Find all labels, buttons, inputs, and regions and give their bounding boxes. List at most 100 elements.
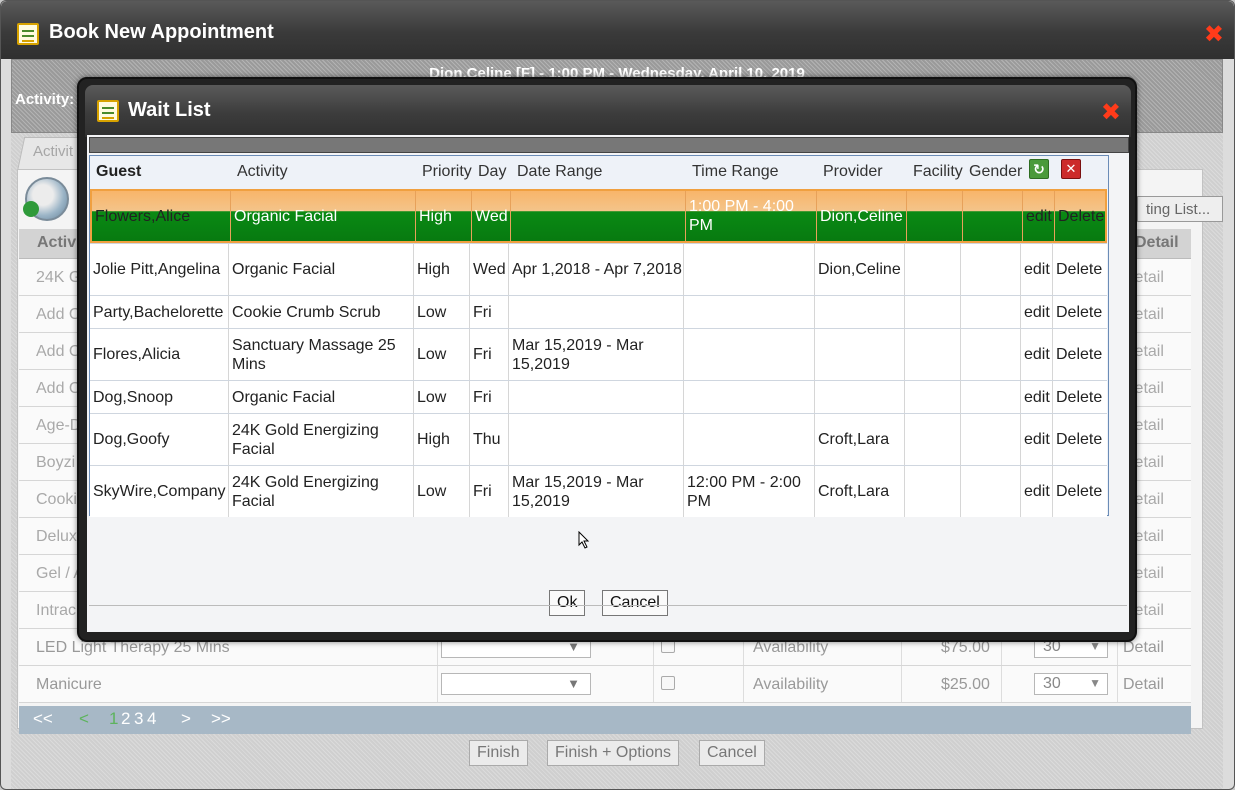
- waiting-list-button[interactable]: ting List...: [1137, 196, 1223, 222]
- pager-page-4[interactable]: 4: [147, 709, 156, 729]
- column-header-time-range[interactable]: Time Range: [692, 163, 779, 181]
- cell-activity: Organic Facial: [228, 381, 413, 413]
- row-activity: Add C: [36, 343, 81, 360]
- cell-delete-link[interactable]: Delete: [1052, 296, 1107, 328]
- ok-button[interactable]: Ok: [549, 590, 586, 616]
- pager: << < 1 2 3 4 > >>: [19, 706, 1191, 734]
- book-appointment-title: Book New Appointment: [49, 21, 274, 43]
- cell-facility: [904, 329, 960, 380]
- divider: [653, 666, 654, 702]
- finish-options-button[interactable]: Finish + Options: [547, 740, 680, 766]
- wait-list-title: Wait List: [128, 99, 211, 121]
- wait-list-titlebar[interactable]: Wait List ✖: [85, 85, 1131, 137]
- clear-icon[interactable]: ✕: [1061, 159, 1081, 179]
- close-icon[interactable]: ✖: [1204, 23, 1224, 47]
- book-appointment-titlebar[interactable]: Book New Appointment ✖: [1, 1, 1234, 59]
- close-icon[interactable]: ✖: [1101, 101, 1121, 125]
- pager-page-2[interactable]: 2: [121, 709, 130, 729]
- row-duration-select[interactable]: 30 ▼: [1034, 673, 1108, 695]
- column-header-priority[interactable]: Priority: [422, 163, 472, 181]
- cell-edit-link[interactable]: edit: [1020, 296, 1052, 328]
- column-header-facility[interactable]: Facility: [913, 163, 963, 181]
- row-provider-select[interactable]: ▼: [441, 673, 591, 695]
- cell-edit-link[interactable]: edit: [1020, 244, 1052, 295]
- wait-list-row[interactable]: Dog,Goofy 24K Gold Energizing Facial High T…: [90, 413, 1107, 465]
- cell-date-range: Mar 15,2019 - Mar 15,2019: [508, 466, 683, 517]
- row-detail-link[interactable]: Detail: [1123, 676, 1164, 694]
- cell-edit-link[interactable]: edit: [1020, 466, 1052, 517]
- cell-guest: Flores,Alicia: [93, 346, 181, 363]
- cell-guest: Flowers,Alice: [95, 207, 191, 225]
- wait-list-row[interactable]: Party,Bachelorette Cookie Crumb Scrub Low F…: [90, 295, 1107, 328]
- row-duration-value: 30: [1043, 675, 1061, 692]
- refresh-icon[interactable]: ↻: [1029, 159, 1049, 179]
- divider: [901, 666, 902, 702]
- cell-edit-link[interactable]: edit: [1020, 381, 1052, 413]
- cell-date-range: [508, 414, 683, 465]
- cell-facility: [904, 414, 960, 465]
- wait-list-row[interactable]: SkyWire,Company 24K Gold Energizing Facia…: [90, 465, 1107, 517]
- divider: [1117, 666, 1118, 702]
- wait-list-row[interactable]: Flowers,Alice Organic Facial High Wed 1:00 P…: [90, 189, 1107, 243]
- pager-last[interactable]: >>: [211, 709, 231, 729]
- cell-activity: 24K Gold Energizing Facial: [228, 466, 413, 517]
- horizontal-scrollbar[interactable]: [89, 137, 1129, 153]
- finish-button[interactable]: Finish: [469, 740, 528, 766]
- pager-prev[interactable]: <: [79, 709, 89, 729]
- table-row[interactable]: Manicure Detail ▼ Availability $25.00 30 ▼: [19, 666, 1191, 703]
- cell-provider: [814, 329, 904, 380]
- wait-list-row[interactable]: Jolie Pitt,Angelina Organic Facial High Wed…: [90, 243, 1107, 295]
- cell-delete-link[interactable]: Delete: [1052, 329, 1107, 380]
- column-header-gender[interactable]: Gender: [969, 163, 1022, 181]
- column-header-detail: Detail: [1135, 234, 1179, 251]
- cell-gender: [960, 296, 1020, 328]
- cell-delete-link[interactable]: Delete: [1052, 244, 1107, 295]
- cell-time-range: [683, 381, 814, 413]
- column-header-day[interactable]: Day: [478, 163, 506, 181]
- window-notepad-icon: [97, 100, 119, 122]
- cell-delete-link[interactable]: Delete: [1052, 466, 1107, 517]
- column-header-activity[interactable]: Activity: [237, 163, 288, 181]
- column-header-guest[interactable]: Guest: [96, 163, 141, 181]
- cancel-button[interactable]: Cancel: [602, 590, 668, 616]
- cell-delete-link[interactable]: Delete: [1054, 191, 1109, 241]
- cell-edit-link[interactable]: edit: [1020, 414, 1052, 465]
- wait-list-row[interactable]: Dog,Snoop Organic Facial Low Fri edit Delete: [90, 380, 1107, 413]
- cell-provider: Dion,Celine: [816, 191, 906, 241]
- cell-provider: [814, 381, 904, 413]
- cell-day: Thu: [469, 414, 508, 465]
- cell-facility: [904, 381, 960, 413]
- cell-day: Fri: [469, 296, 508, 328]
- cell-activity: Sanctuary Massage 25 Mins: [228, 329, 413, 380]
- column-header-date-range[interactable]: Date Range: [517, 163, 602, 181]
- cell-delete-link[interactable]: Delete: [1052, 381, 1107, 413]
- cell-gender: [960, 244, 1020, 295]
- row-activity: Add C: [36, 380, 81, 397]
- cell-gender: [960, 381, 1020, 413]
- pager-page-1[interactable]: 1: [109, 709, 118, 729]
- cell-edit-link[interactable]: edit: [1020, 329, 1052, 380]
- wait-list-row[interactable]: Flores,Alicia Sanctuary Massage 25 Mins Lo…: [90, 328, 1107, 380]
- row-activity: Manicure: [36, 676, 102, 693]
- row-activity: Intrac: [36, 602, 77, 619]
- row-availability-link[interactable]: Availability: [753, 676, 828, 694]
- cell-priority: Low: [413, 296, 469, 328]
- cell-guest: Jolie Pitt,Angelina: [93, 261, 221, 278]
- cell-facility: [904, 296, 960, 328]
- row-checkbox[interactable]: [661, 676, 675, 690]
- pager-first[interactable]: <<: [33, 709, 53, 729]
- pager-next[interactable]: >: [181, 709, 191, 729]
- cell-activity: Organic Facial: [230, 191, 415, 241]
- row-activity: Cooki: [36, 491, 77, 508]
- pager-page-3[interactable]: 3: [134, 709, 143, 729]
- cell-gender: [960, 414, 1020, 465]
- cell-date-range: [510, 191, 685, 241]
- book-cancel-button[interactable]: Cancel: [699, 740, 765, 766]
- cell-delete-link[interactable]: Delete: [1052, 414, 1107, 465]
- cell-edit-link[interactable]: edit: [1022, 191, 1054, 241]
- cell-priority: High: [413, 244, 469, 295]
- cell-guest: SkyWire,Company: [93, 483, 226, 500]
- cell-time-range: [683, 414, 814, 465]
- column-header-provider[interactable]: Provider: [823, 163, 883, 181]
- cell-provider: Croft,Lara: [814, 466, 904, 517]
